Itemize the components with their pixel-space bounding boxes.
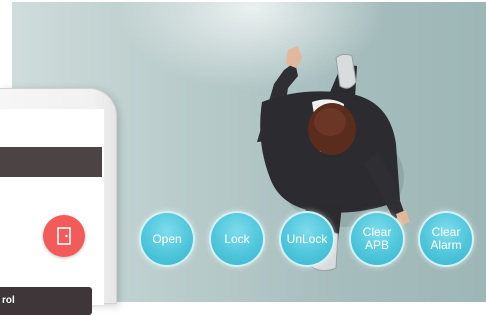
door-icon xyxy=(57,227,71,245)
lock-button[interactable]: Lock xyxy=(209,211,265,267)
promo-frame: rol Open Lock UnLock Clear APB Clear Ala… xyxy=(0,0,486,315)
control-menu-item[interactable]: rol xyxy=(0,287,92,315)
door-open-button[interactable] xyxy=(43,215,85,257)
phone-header-bar xyxy=(0,147,102,177)
clear-apb-button-label: Clear APB xyxy=(362,225,392,252)
clear-alarm-button[interactable]: Clear Alarm xyxy=(418,211,474,267)
clear-apb-button[interactable]: Clear APB xyxy=(349,211,405,267)
open-button-label: Open xyxy=(152,231,182,246)
unlock-button[interactable]: UnLock xyxy=(279,211,335,267)
phone-screen: rol xyxy=(0,109,104,315)
open-button[interactable]: Open xyxy=(139,211,195,267)
lock-button-label: Lock xyxy=(224,231,250,246)
clear-alarm-button-label: Clear Alarm xyxy=(430,225,462,252)
smartphone: rol xyxy=(0,88,117,315)
unlock-button-label: UnLock xyxy=(286,231,328,246)
